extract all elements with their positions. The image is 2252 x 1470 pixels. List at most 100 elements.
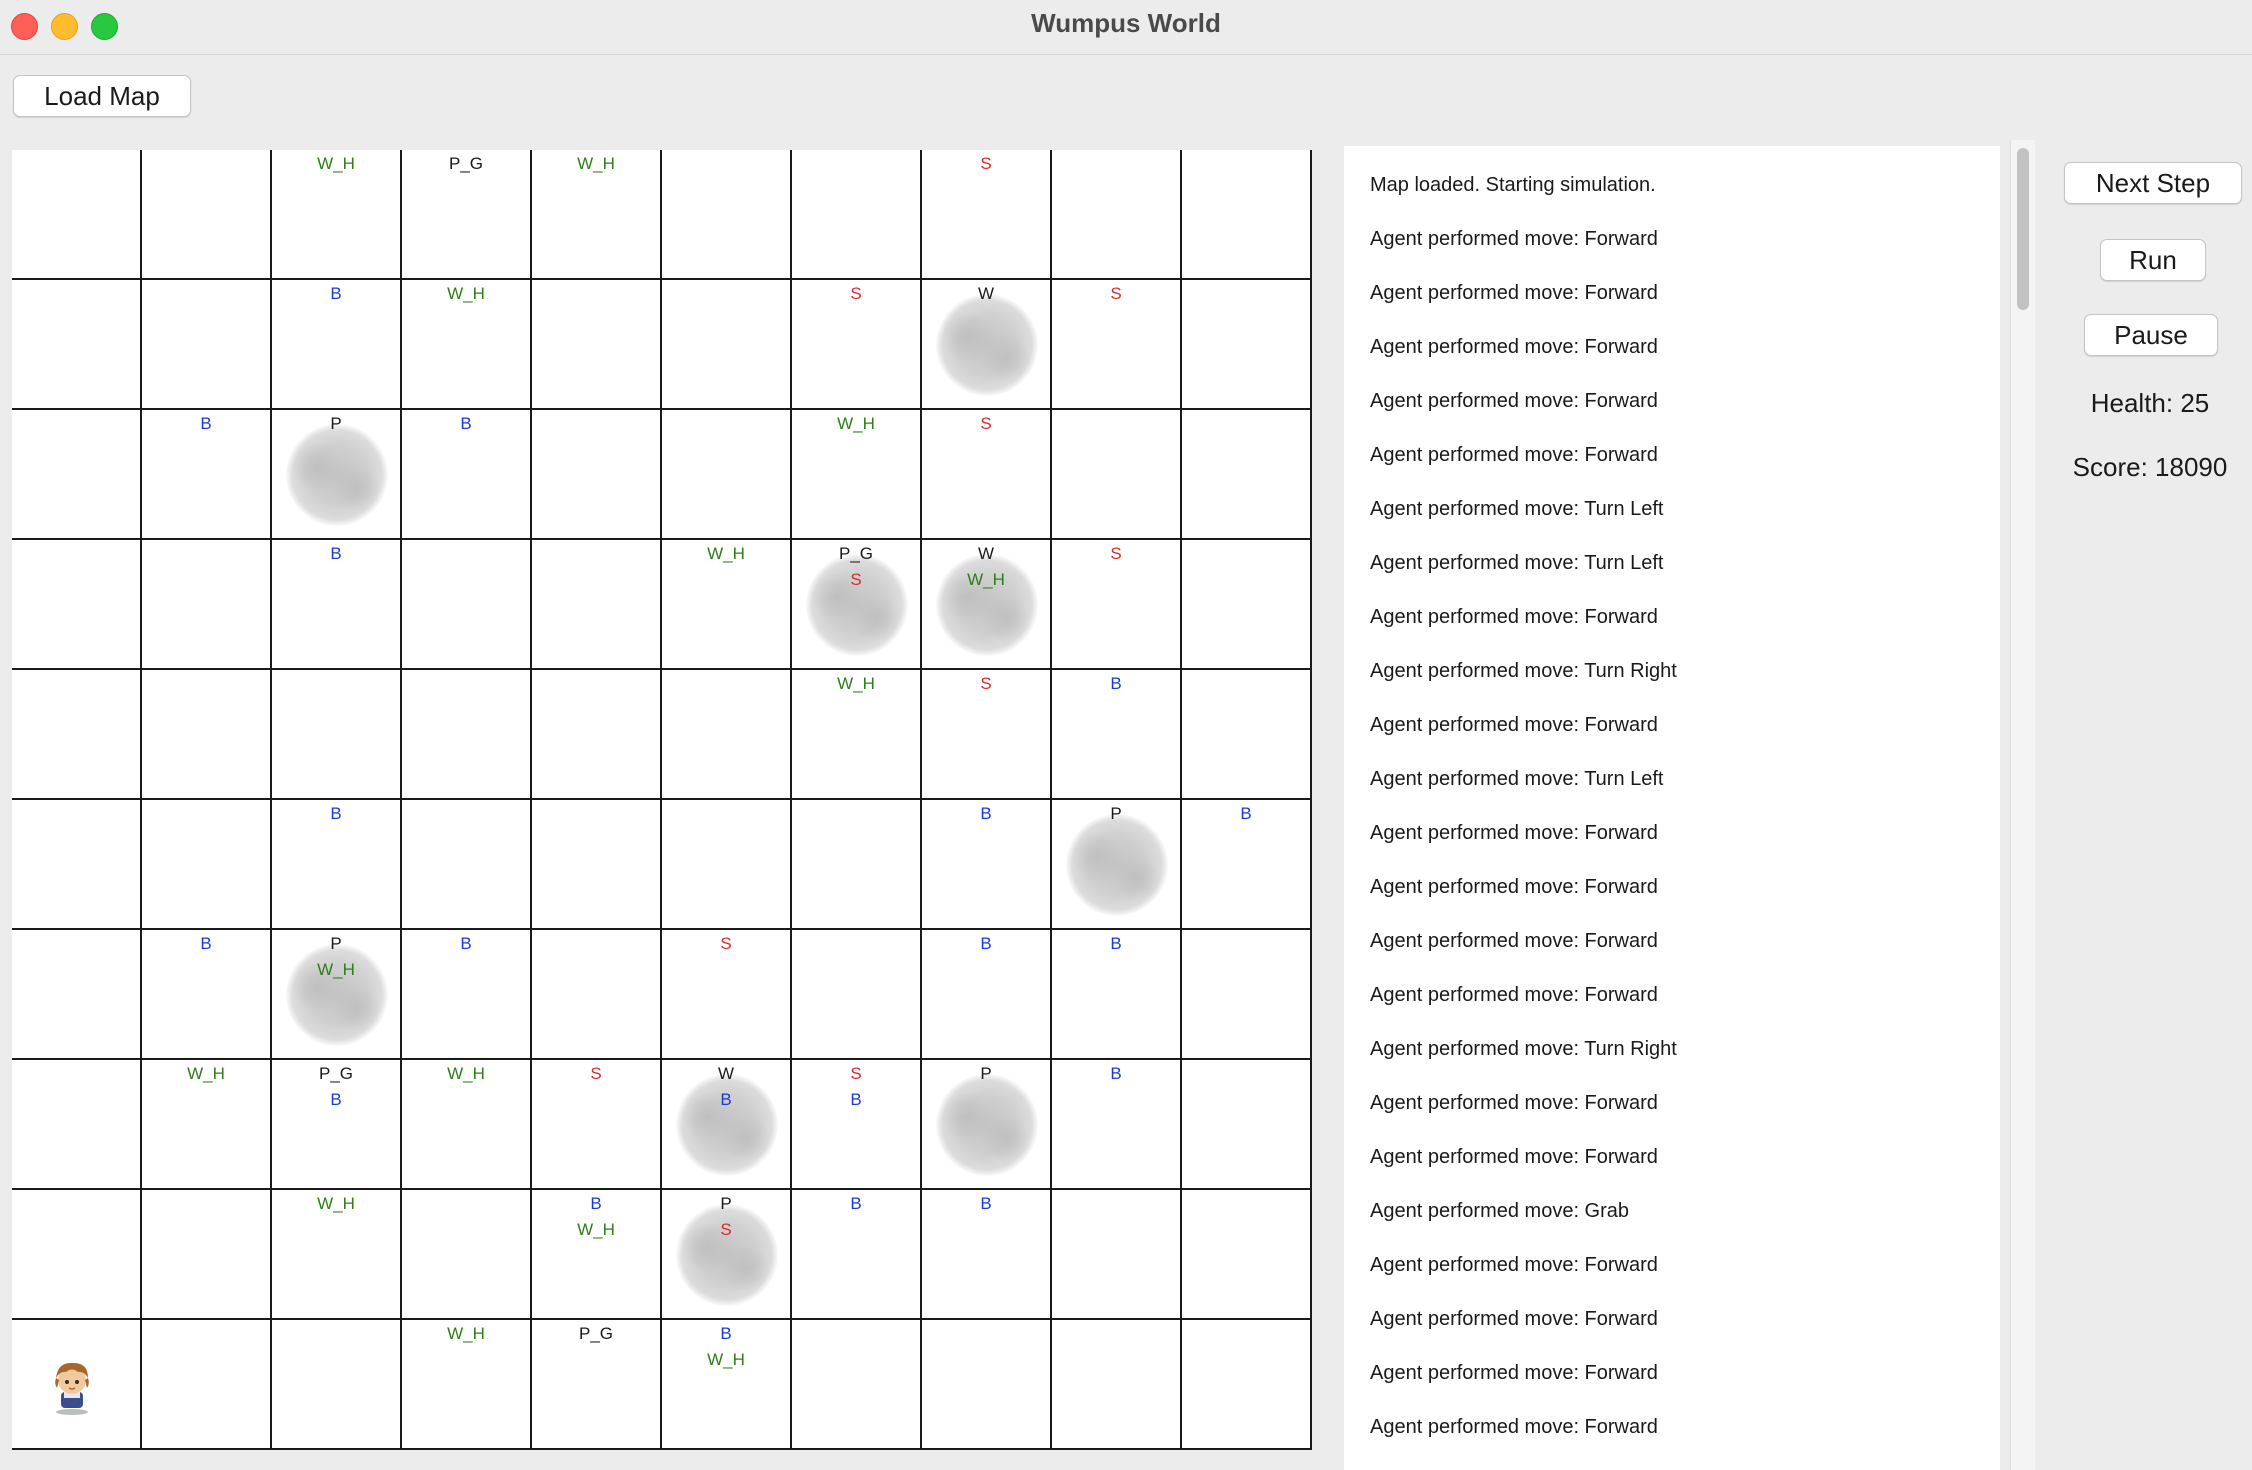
- cell-label-p: P: [980, 1064, 992, 1083]
- event-log[interactable]: Map loaded. Starting simulation. Agent pe…: [1344, 146, 2000, 1470]
- grid-cell-r5-c7: B: [922, 800, 1052, 930]
- grid-cell-r4-c5: [662, 670, 792, 800]
- score-display: Score: 18090: [2072, 452, 2228, 482]
- health-display: Health: 25: [2090, 388, 2210, 418]
- grid-cell-r5-c9: B: [1182, 800, 1312, 930]
- cell-label-b: B: [460, 934, 472, 953]
- cell-label-w-h: W_H: [837, 674, 875, 693]
- grid-cell-r3-c9: [1182, 540, 1312, 670]
- log-scroll-thumb[interactable]: [2017, 148, 2029, 310]
- grid-cell-r9-c9: [1182, 1320, 1312, 1450]
- grid-cell-r4-c9: [1182, 670, 1312, 800]
- cell-label-b: B: [330, 804, 342, 823]
- fog-cloud-icon: [286, 424, 388, 526]
- grid-cell-r6-c5: S: [662, 930, 792, 1060]
- grid-cell-r0-c0: [12, 150, 142, 280]
- grid-cell-r3-c8: S: [1052, 540, 1182, 670]
- log-entry: Agent performed move: Turn Left: [1370, 552, 1664, 574]
- cell-label-w-h: W_H: [707, 544, 745, 563]
- grid-cell-r9-c1: [142, 1320, 272, 1450]
- grid-cell-r7-c1: W_H: [142, 1060, 272, 1190]
- cell-label-s: S: [980, 154, 992, 173]
- grid-cell-r2-c3: B: [402, 410, 532, 540]
- cell-label-w: W: [977, 544, 995, 563]
- grid-cell-r9-c7: [922, 1320, 1052, 1450]
- grid-cell-r3-c3: [402, 540, 532, 670]
- cell-label-s: S: [980, 674, 992, 693]
- cell-label-p: P: [330, 934, 342, 953]
- cell-label-b: B: [1110, 934, 1122, 953]
- cell-label-w-h: W_H: [317, 154, 355, 173]
- cell-label-p: P: [720, 1194, 732, 1213]
- next-step-button[interactable]: Next Step: [2064, 162, 2242, 204]
- log-entry: Agent performed move: Turn Right: [1370, 1038, 1677, 1060]
- grid-cell-r5-c0: [12, 800, 142, 930]
- pause-button[interactable]: Pause: [2084, 314, 2218, 356]
- load-map-button[interactable]: Load Map: [13, 75, 191, 117]
- cell-label-s: S: [850, 570, 862, 589]
- log-entry: Agent performed move: Forward: [1370, 930, 1658, 952]
- cell-label-b: B: [200, 414, 212, 433]
- log-entry: Agent performed move: Forward: [1370, 390, 1658, 412]
- grid-cell-r4-c0: [12, 670, 142, 800]
- grid-cell-r4-c6: W_H: [792, 670, 922, 800]
- grid-cell-r1-c6: S: [792, 280, 922, 410]
- cell-label-b: B: [1110, 1064, 1122, 1083]
- grid-cell-r2-c8: [1052, 410, 1182, 540]
- cell-label-b: B: [330, 284, 342, 303]
- grid-cell-r8-c9: [1182, 1190, 1312, 1320]
- grid-cell-r7-c5: WB: [662, 1060, 792, 1190]
- fog-cloud-icon: [1066, 814, 1168, 916]
- grid-cell-r4-c7: S: [922, 670, 1052, 800]
- cell-label-b: B: [980, 934, 992, 953]
- cell-label-w-h: W_H: [447, 1064, 485, 1083]
- grid-cell-r6-c6: [792, 930, 922, 1060]
- grid-cell-r5-c4: [532, 800, 662, 930]
- grid-cell-r6-c4: [532, 930, 662, 1060]
- grid-cell-r2-c6: W_H: [792, 410, 922, 540]
- cell-label-p-g: P_G: [448, 154, 484, 173]
- log-entry: Agent performed move: Forward: [1370, 984, 1658, 1006]
- grid-cell-r4-c8: B: [1052, 670, 1182, 800]
- grid-cell-r7-c9: [1182, 1060, 1312, 1190]
- cell-label-b: B: [720, 1324, 732, 1343]
- grid-cell-r5-c6: [792, 800, 922, 930]
- cell-label-s: S: [850, 1064, 862, 1083]
- grid-cell-r3-c4: [532, 540, 662, 670]
- grid-cell-r6-c2: P W_H: [272, 930, 402, 1060]
- cell-label-w-h: W_H: [447, 284, 485, 303]
- grid-cell-r7-c4: S: [532, 1060, 662, 1190]
- cell-label-b: B: [850, 1194, 862, 1213]
- grid-cell-r0-c1: [142, 150, 272, 280]
- grid-cell-r8-c4: B W_H: [532, 1190, 662, 1320]
- cell-label-w-h: W_H: [577, 1220, 615, 1239]
- cell-label-s: S: [1110, 544, 1122, 563]
- grid-cell-r4-c4: [532, 670, 662, 800]
- grid-cell-r9-c4: P_G: [532, 1320, 662, 1450]
- cell-label-p: P: [1110, 804, 1122, 823]
- agent-icon: [55, 1362, 89, 1415]
- cell-label-s: S: [1110, 284, 1122, 303]
- run-button[interactable]: Run: [2100, 239, 2206, 281]
- grid-cell-r3-c6: P_G S: [792, 540, 922, 670]
- grid-cell-r3-c0: [12, 540, 142, 670]
- grid-cell-r7-c3: W_H: [402, 1060, 532, 1190]
- grid-cell-r2-c5: [662, 410, 792, 540]
- fog-cloud-icon: [936, 1074, 1038, 1176]
- log-scrollbar[interactable]: [2010, 140, 2035, 1470]
- cell-label-b: B: [330, 544, 342, 563]
- log-entry: Agent performed move: Forward: [1370, 282, 1658, 304]
- cell-label-b: B: [330, 1090, 342, 1109]
- grid-cell-r4-c3: [402, 670, 532, 800]
- log-entry: Agent performed move: Forward: [1370, 1146, 1658, 1168]
- cell-label-w-h: W_H: [577, 154, 615, 173]
- grid-cell-r5-c2: B: [272, 800, 402, 930]
- grid-cell-r2-c9: [1182, 410, 1312, 540]
- grid-cell-r1-c2: B: [272, 280, 402, 410]
- window-title: Wumpus World: [1031, 8, 1221, 38]
- grid-cell-r6-c1: B: [142, 930, 272, 1060]
- grid-cell-r1-c8: S: [1052, 280, 1182, 410]
- log-entry: Agent performed move: Forward: [1370, 822, 1658, 844]
- grid-cell-r8-c0: [12, 1190, 142, 1320]
- grid-cell-r1-c3: W_H: [402, 280, 532, 410]
